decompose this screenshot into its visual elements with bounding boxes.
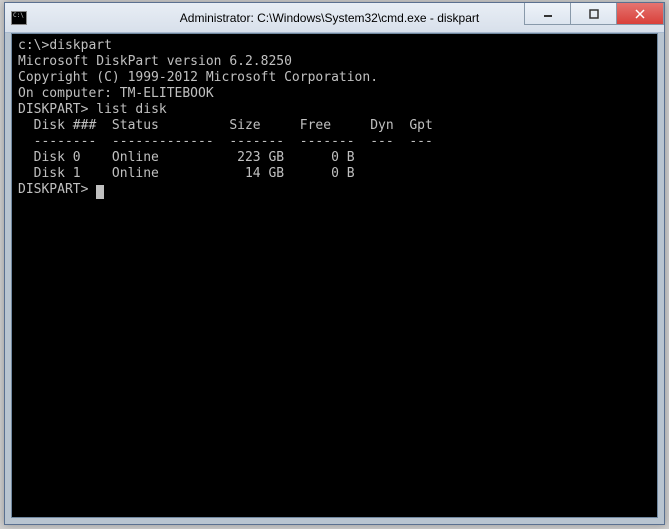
maximize-icon	[589, 9, 599, 19]
console-line: DISKPART> list disk	[18, 102, 651, 118]
console-output[interactable]: c:\>diskpartMicrosoft DiskPart version 6…	[11, 33, 658, 518]
cmd-icon	[11, 11, 27, 25]
titlebar[interactable]: Administrator: C:\Windows\System32\cmd.e…	[5, 3, 664, 33]
close-button[interactable]	[616, 3, 664, 25]
console-line: Copyright (C) 1999-2012 Microsoft Corpor…	[18, 70, 651, 86]
console-line: DISKPART>	[18, 182, 651, 198]
table-header: Disk ### Status Size Free Dyn Gpt	[18, 118, 651, 134]
prompt-text: DISKPART>	[18, 182, 96, 197]
text-cursor	[96, 185, 104, 199]
command-text: list disk	[96, 102, 166, 117]
cmd-window: Administrator: C:\Windows\System32\cmd.e…	[4, 2, 665, 525]
command-text: diskpart	[49, 38, 112, 53]
table-row: Disk 0 Online 223 GB 0 B	[18, 150, 651, 166]
table-divider: -------- ------------- ------- ------- -…	[18, 134, 651, 150]
console-line: c:\>diskpart	[18, 38, 651, 54]
prompt-text: DISKPART>	[18, 102, 96, 117]
console-line: On computer: TM-ELITEBOOK	[18, 86, 651, 102]
maximize-button[interactable]	[570, 3, 616, 25]
minimize-icon	[543, 9, 553, 19]
minimize-button[interactable]	[524, 3, 570, 25]
table-row: Disk 1 Online 14 GB 0 B	[18, 166, 651, 182]
console-line: Microsoft DiskPart version 6.2.8250	[18, 54, 651, 70]
window-controls	[524, 3, 664, 25]
close-icon	[635, 9, 645, 19]
prompt-text: c:\>	[18, 38, 49, 53]
